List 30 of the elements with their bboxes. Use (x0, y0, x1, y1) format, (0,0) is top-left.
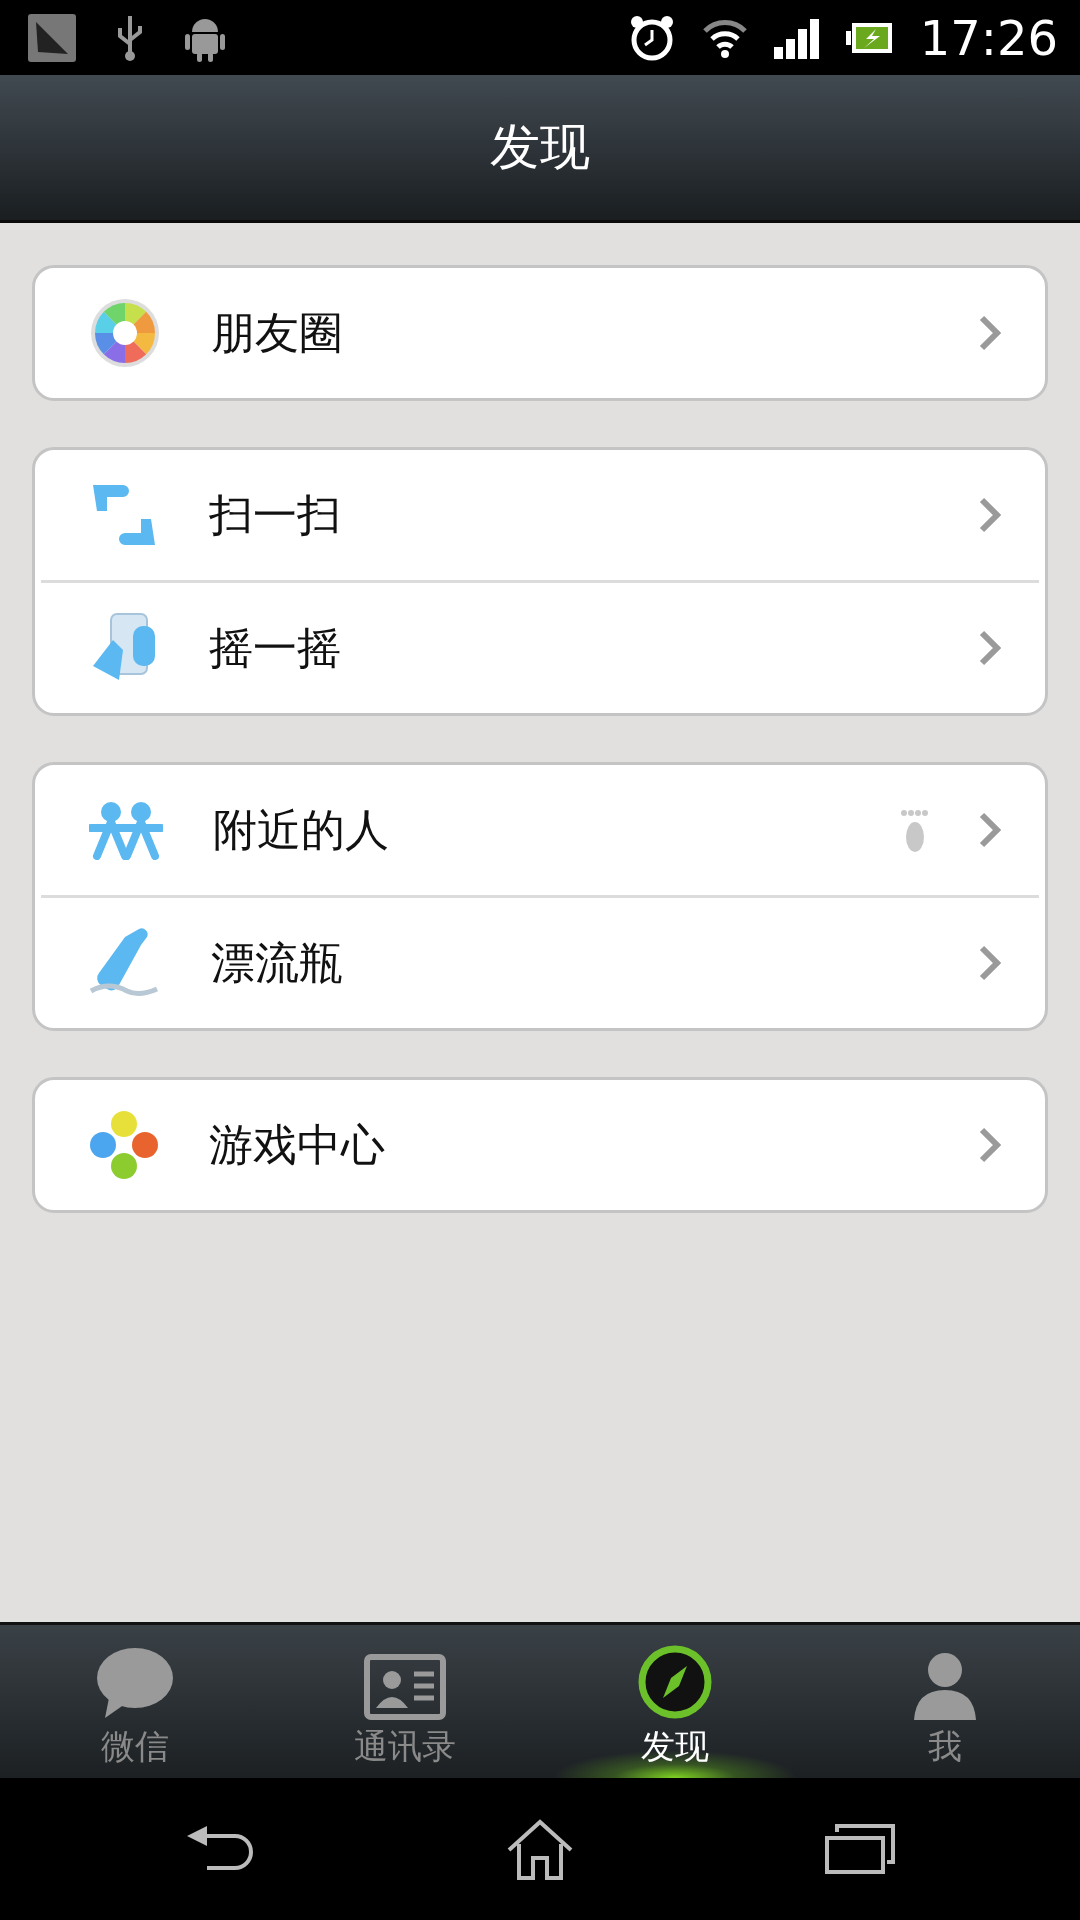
battery-icon (845, 20, 894, 55)
chat-bubble-icon (95, 1646, 175, 1720)
chevron-icon (979, 315, 1001, 351)
contact-card-icon (364, 1654, 446, 1720)
home-icon[interactable] (505, 1818, 575, 1880)
clock-time: 17:26 (919, 9, 1058, 66)
signal-icon (773, 16, 820, 59)
chevron-icon (979, 1127, 1001, 1163)
menu-item[interactable]: 朋友圈 (41, 268, 1039, 398)
colored-dots-icon (89, 1110, 159, 1180)
tab[interactable]: 通讯录 (270, 1625, 540, 1778)
menu-item[interactable]: 游戏中心 (41, 1080, 1039, 1210)
menu-item[interactable]: 扫一扫 (41, 450, 1039, 580)
recent-apps-icon[interactable] (825, 1824, 895, 1874)
chevron-icon (979, 497, 1001, 533)
menu-item[interactable]: 摇一摇 (41, 580, 1039, 713)
people-icon (89, 800, 163, 860)
app-notification-icon (28, 13, 76, 62)
menu-item[interactable]: 附近的人 (41, 765, 1039, 895)
camera-aperture-icon (89, 297, 161, 369)
chevron-icon (979, 945, 1001, 981)
chevron-icon (979, 630, 1001, 666)
menu-item[interactable]: 漂流瓶 (41, 895, 1039, 1028)
compass-icon (637, 1644, 713, 1720)
page-title: 发现 (490, 117, 590, 178)
person-icon (912, 1650, 978, 1720)
tab[interactable]: 微信 (0, 1625, 270, 1778)
chevron-icon (979, 812, 1001, 848)
tab[interactable]: 我 (810, 1625, 1080, 1778)
usb-icon (116, 13, 144, 62)
